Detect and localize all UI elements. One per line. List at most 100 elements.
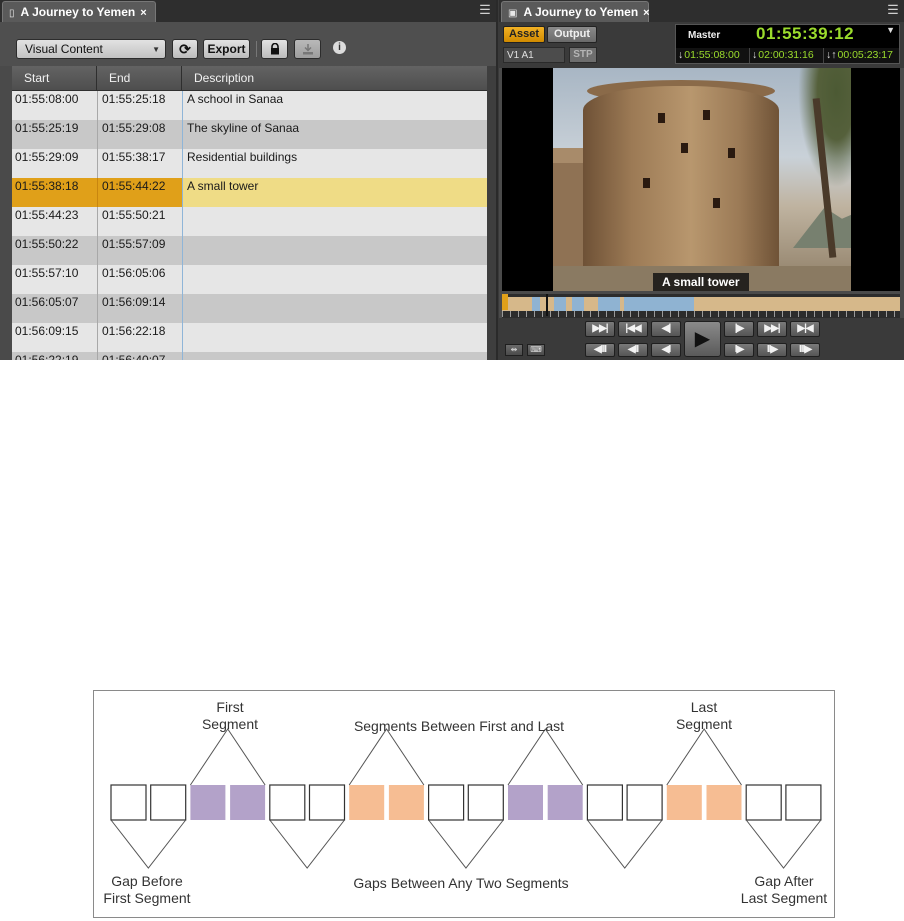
go-to-start-button[interactable]: ▶▶| [585,321,615,337]
table-row[interactable]: 01:56:09:15 01:56:22:18 [12,323,487,352]
timeline-track[interactable] [502,297,900,311]
left-tabbar: ▯ A Journey to Yemen × ☰ [0,0,496,23]
column-header-start[interactable]: Start [12,66,97,90]
mark-in-timecode[interactable]: ↓01:55:08:00 [676,48,749,63]
transport-controls: ⇹ ⌨ ▶▶| |◀◀ ◀| |▶ ▶▶| ▶|◀ ◀III ◀II ◀I I▶… [499,318,904,360]
table-row[interactable]: 01:55:50:22 01:55:57:09 [12,236,487,265]
video-mountain [793,207,851,248]
asset-button[interactable]: Asset [503,26,545,43]
track-selector[interactable]: V1 A1 [503,47,565,63]
table-row[interactable]: 01:55:08:00 01:55:25:18 A school in Sanaa [12,91,487,120]
stp-button[interactable]: STP [569,47,597,63]
timeline-bar[interactable] [502,294,900,318]
cell-description[interactable] [182,294,487,323]
column-header-end[interactable]: End [97,66,182,90]
close-icon[interactable]: × [643,3,649,24]
cell-start: 01:55:29:09 [15,150,79,164]
cell-end: 01:55:38:17 [97,149,182,178]
left-tab-title: A Journey to Yemen [20,5,136,19]
cell-description[interactable]: Residential buildings [182,149,487,178]
segment-box [230,785,266,820]
table-scroll-gutter[interactable] [487,66,496,360]
table-row[interactable]: 01:55:38:18 01:55:44:22 A small tower [12,178,487,207]
cell-start: 01:56:05:07 [15,295,79,309]
column-header-description[interactable]: Description [182,66,487,90]
keyboard-icon[interactable]: ⌨ [527,344,545,356]
play-icon: ▶ [694,328,711,350]
mark-in-value: 01:55:08:00 [684,49,740,61]
cell-start: 01:55:25:19 [15,121,79,135]
cell-description[interactable]: A school in Sanaa [182,91,487,120]
cell-description[interactable]: A small tower [182,178,487,207]
table-row[interactable]: 01:55:29:09 01:55:38:17 Residential buildi… [12,149,487,178]
refresh-button[interactable]: ⟳ [172,39,198,59]
rewind-button[interactable]: ◀II [618,343,648,357]
gap-box [150,784,187,821]
timeline-playhead[interactable] [546,294,548,316]
timeline-in-marker[interactable] [502,294,508,310]
video-window [713,198,720,208]
cell-end: 01:55:25:18 [97,91,182,120]
label-first-segment: First Segment [201,699,259,732]
go-to-out-button[interactable]: ▶▶| [757,321,787,337]
cell-description[interactable] [182,236,487,265]
mark-out-value: 02:00:31:16 [758,49,814,61]
table-row[interactable]: 01:55:44:23 01:55:50:21 [12,207,487,236]
info-icon[interactable]: i [333,41,346,54]
gap-box [110,784,147,821]
duration-value: 00:05:23:17 [837,49,893,61]
table-row[interactable]: 01:55:25:19 01:55:29:08 The skyline of San… [12,120,487,149]
step-forward-button[interactable]: I▶ [724,343,754,357]
mark-in-button[interactable]: ◀| [651,321,681,337]
timeline-ticks [502,311,900,317]
play-button[interactable]: ▶ [684,321,721,357]
menu-icon[interactable]: ☰ [478,3,492,17]
segment-bracket [348,728,425,786]
cell-end: 01:55:57:09 [97,236,182,265]
import-button[interactable] [294,39,321,59]
video-viewer[interactable]: A small tower [502,68,900,291]
menu-icon[interactable]: ☰ [886,3,900,17]
label-gaps-between: Gaps Between Any Two Segments [353,875,569,891]
video-window [643,178,650,188]
gap-bracket [110,819,187,869]
table-row[interactable]: 01:55:57:10 01:56:05:06 [12,265,487,294]
cell-description[interactable]: The skyline of Sanaa [182,120,487,149]
video-window [681,143,688,153]
go-to-in-button[interactable]: |◀◀ [618,321,648,337]
export-button[interactable]: Export [203,39,250,59]
lock-icon [270,42,279,55]
table-row[interactable]: 01:56:05:07 01:56:09:14 [12,294,487,323]
go-to-end-button[interactable]: ▶|◀ [790,321,820,337]
lock-button[interactable] [261,39,288,59]
duration-timecode[interactable]: ↓↑00:05:23:17 [823,48,899,63]
document-icon: ▯ [9,8,15,19]
segment-box [349,785,385,820]
mark-out-button[interactable]: |▶ [724,321,754,337]
rewind-fast-button[interactable]: ◀III [585,343,615,357]
dropdown-triangle-icon[interactable]: ▼ [886,25,895,35]
step-back-button[interactable]: ◀I [651,343,681,357]
video-window [703,110,710,120]
label-gap-after: Gap After Last Segment [740,873,828,906]
cell-description[interactable] [182,207,487,236]
cell-start: 01:56:22:19 [15,353,79,360]
mark-out-timecode[interactable]: ↓02:00:31:16 [749,48,823,63]
cell-description[interactable] [182,352,487,360]
cell-end: 01:56:05:06 [97,265,182,294]
cell-description[interactable] [182,323,487,352]
table-row[interactable]: 01:56:22:19 01:56:40:07 [12,352,487,360]
video-tower [583,86,779,276]
left-tab[interactable]: ▯ A Journey to Yemen × [2,1,156,23]
cell-description[interactable] [182,265,487,294]
output-button[interactable]: Output [547,26,597,43]
forward-fast-button[interactable]: III▶ [790,343,820,357]
timeline-segment [572,297,584,311]
gap-bracket [745,819,822,869]
sync-icon[interactable]: ⇹ [505,344,523,356]
forward-button[interactable]: II▶ [757,343,787,357]
right-tab[interactable]: ▣ A Journey to Yemen × [501,1,650,24]
view-select[interactable]: Visual Content ▼ [16,39,166,59]
segment-bracket [189,728,266,786]
close-icon[interactable]: × [140,3,146,24]
